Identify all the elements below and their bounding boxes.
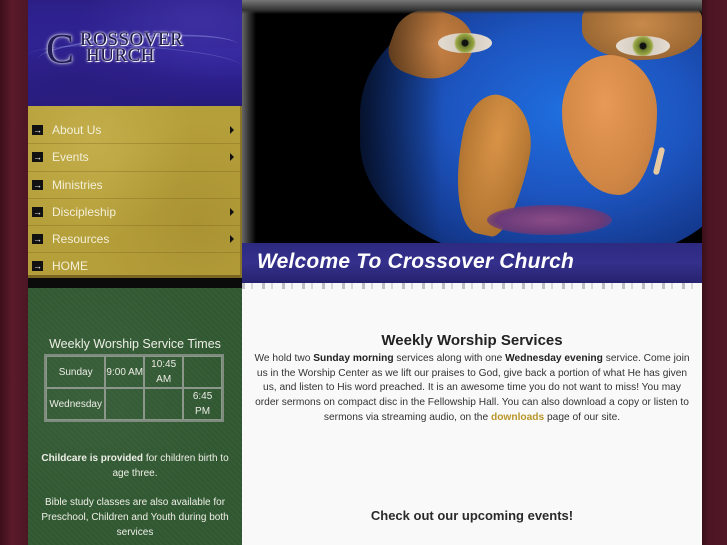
- service-times-table: Sunday 9:00 AM 10:45 AM Wednesday 6:45 P…: [44, 354, 224, 422]
- nav-item-discipleship[interactable]: → Discipleship: [28, 199, 240, 227]
- nav-divider: [28, 278, 242, 288]
- service-times-panel: Weekly Worship Service Times Sunday 9:00…: [28, 288, 242, 545]
- bold-text: Sunday morning: [313, 353, 394, 364]
- time-cell: [105, 388, 145, 420]
- nav-item-label: Discipleship: [52, 204, 117, 219]
- section-heading: Weekly Worship Services: [381, 332, 563, 349]
- submenu-caret-icon: [230, 126, 234, 134]
- nav-item-label: HOME: [52, 259, 88, 274]
- day-cell: Wednesday: [46, 388, 106, 420]
- nav-item-home[interactable]: → HOME: [28, 253, 240, 279]
- main-column: Welcome To Crossover Church Weekly Worsh…: [242, 0, 702, 545]
- table-row: Sunday 9:00 AM 10:45 AM: [46, 356, 222, 388]
- bible-study-note: Bible study classes are also available f…: [41, 497, 229, 538]
- welcome-title: Welcome To Crossover Church: [257, 250, 574, 273]
- nav-item-label: Ministries: [52, 177, 103, 192]
- downloads-link[interactable]: downloads: [491, 412, 544, 423]
- arrow-right-icon: →: [32, 206, 43, 217]
- time-cell: [144, 388, 184, 420]
- site-logo[interactable]: C ROSSOVER HURCH: [28, 0, 242, 106]
- nav-item-events[interactable]: → Events: [28, 144, 240, 172]
- arrow-right-icon: →: [32, 179, 43, 190]
- submenu-caret-icon: [230, 207, 234, 216]
- hero-frame: [242, 0, 702, 243]
- day-cell: Sunday: [46, 356, 106, 388]
- nav-item-label: About Us: [52, 123, 102, 137]
- time-cell: 6:45 PM: [183, 388, 222, 420]
- table-row: Wednesday 6:45 PM: [46, 388, 222, 420]
- text: page of our site.: [544, 411, 621, 423]
- arrow-right-icon: →: [32, 261, 43, 272]
- service-times-title: Weekly Worship Service Times: [49, 337, 221, 351]
- arrow-right-icon: →: [32, 125, 43, 135]
- logo-initial: C: [46, 27, 75, 73]
- submenu-caret-icon: [230, 235, 234, 244]
- logo-text: C ROSSOVER HURCH: [46, 29, 236, 71]
- childcare-note: Childcare is provided for children birth…: [36, 451, 234, 481]
- time-cell: 9:00 AM: [105, 356, 145, 388]
- nav-item-ministries[interactable]: → Ministries: [28, 172, 240, 199]
- hero-image: [242, 0, 702, 243]
- welcome-banner: Welcome To Crossover Church: [242, 243, 702, 283]
- content-area: Weekly Worship Services We hold two Sund…: [242, 289, 702, 545]
- main-nav: → About Us → Events → Ministries → Disci…: [28, 106, 242, 278]
- time-cell: [183, 356, 222, 388]
- worship-description: We hold two Sunday morning services alon…: [254, 352, 690, 426]
- nav-item-resources[interactable]: → Resources: [28, 226, 240, 254]
- submenu-caret-icon: [230, 153, 234, 162]
- arrow-right-icon: →: [32, 152, 43, 163]
- nav-item-label: Resources: [52, 232, 110, 247]
- bold-text: Wednesday evening: [505, 353, 603, 364]
- arrow-right-icon: →: [32, 234, 43, 245]
- nav-item-about-us[interactable]: → About Us: [28, 117, 240, 145]
- left-column: C ROSSOVER HURCH → About Us → Events → M…: [28, 0, 242, 545]
- upcoming-events-heading: Check out our upcoming events!: [370, 508, 574, 523]
- childcare-bold: Childcare is provided: [41, 453, 144, 464]
- time-cell: 10:45 AM: [144, 356, 184, 388]
- text: services along with one: [393, 353, 506, 364]
- text: We hold two: [254, 353, 314, 364]
- page-background-right: [702, 0, 727, 545]
- nav-item-label: Events: [52, 150, 89, 165]
